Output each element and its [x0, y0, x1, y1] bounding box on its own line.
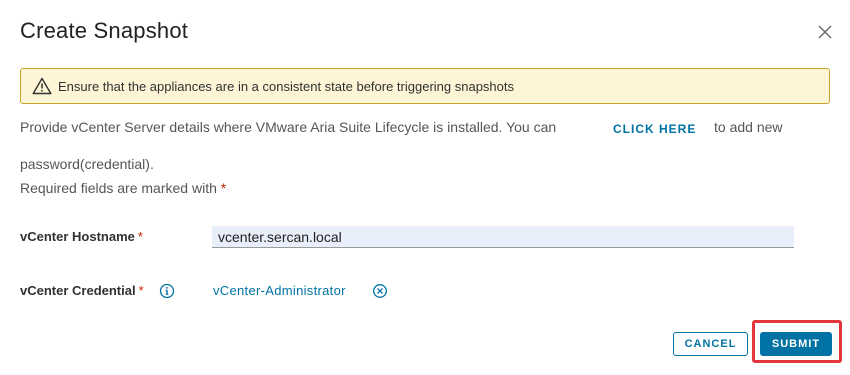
info-text: Provide vCenter Server details where VMw… — [20, 119, 557, 135]
hostname-label-text: vCenter Hostname — [20, 229, 135, 244]
required-marker: * — [220, 180, 227, 196]
required-marker: * — [137, 229, 143, 244]
info-text-credential: password(credential). — [20, 156, 154, 172]
click-here-link[interactable]: CLICK HERE — [613, 122, 696, 136]
credential-label-text: vCenter Credential — [20, 283, 136, 298]
required-marker: * — [138, 283, 144, 298]
credential-label: vCenter Credential * — [20, 283, 144, 298]
create-snapshot-dialog: Create Snapshot Ensure that the applianc… — [0, 0, 850, 375]
close-button[interactable] — [815, 22, 835, 42]
alert-text: Ensure that the appliances are in a cons… — [58, 78, 515, 94]
warning-alert: Ensure that the appliances are in a cons… — [20, 68, 830, 104]
cancel-button[interactable]: CANCEL — [673, 332, 748, 356]
hostname-input[interactable] — [212, 226, 794, 248]
warning-icon — [32, 76, 52, 96]
submit-button[interactable]: SUBMIT — [760, 332, 832, 356]
clear-icon — [373, 284, 387, 298]
credential-value[interactable]: vCenter-Administrator — [213, 283, 346, 298]
required-fields-text: Required fields are marked with — [20, 180, 217, 196]
info-icon[interactable] — [159, 283, 175, 299]
clear-credential-button[interactable] — [372, 283, 388, 299]
dialog-title: Create Snapshot — [20, 18, 189, 43]
close-icon — [818, 25, 832, 39]
required-fields-note: Required fields are marked with * — [20, 180, 226, 196]
hostname-label: vCenter Hostname * — [20, 229, 143, 244]
info-text-continued: to add new — [714, 119, 783, 135]
